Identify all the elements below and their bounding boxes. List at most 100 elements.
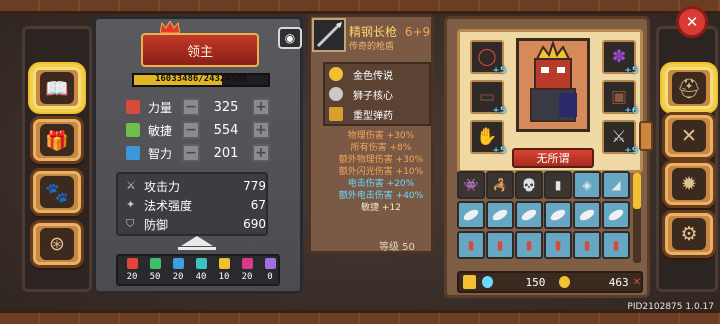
- hero-name-plate[interactable]: 无所谓: [512, 148, 594, 168]
- inventory-slot[interactable]: [544, 201, 572, 229]
- stats-panel: 领主 ◉ 16033486/24324500 力量 − 325 + 敏捷 − 5…: [93, 16, 303, 294]
- combat-name: 法术强度: [144, 198, 193, 213]
- weapon-bonus-line: 额外电击伤害 +40%: [338, 191, 424, 201]
- settings-tab-button[interactable]: ⚙: [662, 210, 716, 258]
- camera-button[interactable]: ◉: [278, 27, 302, 49]
- item-icon: ▮: [554, 178, 562, 192]
- stat-value: 201: [213, 145, 239, 161]
- expand-arrow-bar: [178, 247, 216, 250]
- item-icon: ▮: [554, 238, 562, 252]
- item-icon: 💀: [521, 178, 537, 192]
- item-icon: ▮: [583, 238, 591, 252]
- stat-name: 力量: [148, 100, 173, 115]
- agility-decrease-button[interactable]: −: [182, 121, 200, 139]
- stat-value: 554: [213, 122, 239, 138]
- strength-increase-button[interactable]: +: [252, 98, 270, 116]
- resource-item: 20: [122, 258, 142, 286]
- stat-row-strength: 力量 − 325 +: [126, 97, 272, 117]
- feather-icon: [607, 207, 625, 223]
- item-icon: ◢: [611, 178, 621, 192]
- inventory-slot[interactable]: ▮: [457, 231, 485, 259]
- top-wood-rail: [0, 0, 720, 14]
- resource-item: 20: [237, 258, 257, 286]
- spear-icon: ⚔: [611, 127, 627, 147]
- ability-list: 金色传说 狮子核心 重型弹药: [323, 62, 431, 126]
- forge-tab-button[interactable]: ✕: [662, 112, 716, 160]
- strength-decrease-button[interactable]: −: [182, 98, 200, 116]
- inventory-slot[interactable]: ▮: [602, 231, 630, 259]
- combat-value: 67: [250, 198, 266, 212]
- intelligence-decrease-button[interactable]: −: [182, 144, 200, 162]
- bag-tab-button[interactable]: 🎁: [30, 116, 84, 164]
- ring-icon: ◯: [477, 47, 497, 67]
- ability-name: 重型弹药: [353, 110, 393, 122]
- inventory-slot[interactable]: 👾: [457, 171, 485, 199]
- inventory-slot[interactable]: ▮: [486, 231, 514, 259]
- resource-gem-icon: [264, 258, 276, 269]
- agility-increase-button[interactable]: +: [252, 121, 270, 139]
- equipment-panel: 无所谓 ◯ +5 ▭ +5 ✋ +5 ✽ +5 ▣ +6 ⚔ +9 👾 🦂 💀 …: [444, 16, 653, 298]
- enhance-level: +5: [492, 146, 506, 156]
- weapon-slot[interactable]: ⚔ +9: [602, 120, 638, 156]
- inventory-slot[interactable]: ▮: [544, 171, 572, 199]
- armor-icon: ▣: [610, 87, 628, 107]
- resource-count: 10: [218, 272, 230, 282]
- weapon-bonus-line: 额外物理伤害 +30%: [338, 155, 424, 165]
- resource-item: 0: [260, 258, 280, 286]
- inventory-scrollbar[interactable]: [633, 173, 641, 263]
- feather-icon: [462, 207, 480, 223]
- inventory-slot[interactable]: [486, 201, 514, 229]
- inventory-slot[interactable]: ◢: [602, 171, 630, 199]
- inventory-slot[interactable]: [602, 201, 630, 229]
- gauntlet-slot[interactable]: ✋ +5: [470, 120, 506, 156]
- bottom-wood-rail: [0, 310, 720, 324]
- inventory-slot[interactable]: [573, 201, 601, 229]
- wheel-icon: ⊛: [40, 228, 74, 260]
- version-label: PID2102875 1.0.17: [627, 302, 714, 312]
- close-small-icon[interactable]: ✕: [633, 277, 641, 288]
- ability-item: 重型弹药: [325, 104, 429, 124]
- scroll-icon: [126, 146, 140, 160]
- inventory-slot[interactable]: ▮: [573, 231, 601, 259]
- inventory-slot[interactable]: ▮: [515, 231, 543, 259]
- inventory-slot[interactable]: 🦂: [486, 171, 514, 199]
- weapon-subtitle: 传奇的枪盾: [349, 42, 395, 52]
- equipment-tab-button[interactable]: ⛑: [662, 64, 716, 112]
- stats-tab-button[interactable]: 📖: [30, 64, 84, 112]
- pet-tab-button[interactable]: 🐾: [30, 168, 84, 216]
- ability-name: 金色传说: [353, 70, 393, 82]
- resource-count: 50: [149, 272, 161, 282]
- inventory-slot[interactable]: ◈: [573, 171, 601, 199]
- ring-slot[interactable]: ◯ +5: [470, 40, 506, 76]
- scrollbar-thumb[interactable]: [633, 173, 641, 209]
- equipment-side-tab[interactable]: [639, 121, 653, 151]
- close-button[interactable]: ✕: [676, 6, 708, 38]
- inventory-slot[interactable]: [515, 201, 543, 229]
- helmet-icon: ⛑: [672, 72, 706, 104]
- resource-count: 0: [267, 272, 273, 282]
- enhance-level: +5: [492, 106, 506, 116]
- ability-item: 金色传说: [325, 64, 429, 84]
- map-tab-button[interactable]: ✹: [662, 160, 716, 208]
- paw-icon: 🐾: [40, 176, 74, 208]
- lock-icon[interactable]: [463, 275, 476, 289]
- resource-gem-icon: [218, 258, 230, 269]
- expand-arrow-icon[interactable]: [181, 236, 213, 246]
- cloak-slot[interactable]: ✽ +5: [602, 40, 638, 76]
- resource-gem-icon: [149, 258, 161, 269]
- currency-bar: 150 463 ✕: [457, 271, 643, 293]
- vehicle-tab-button[interactable]: ⊛: [30, 220, 84, 268]
- gold-flame-icon: [329, 67, 343, 81]
- belt-slot[interactable]: ▭ +5: [470, 80, 506, 116]
- combat-value: 779: [243, 179, 266, 193]
- inventory-slot[interactable]: ▮: [544, 231, 572, 259]
- lion-icon: [329, 87, 343, 101]
- armor-slot[interactable]: ▣ +6: [602, 80, 638, 116]
- inventory-slot[interactable]: 💀: [515, 171, 543, 199]
- inventory-slot[interactable]: [457, 201, 485, 229]
- item-icon: ◈: [582, 178, 592, 192]
- feather-icon: [520, 207, 538, 223]
- intelligence-increase-button[interactable]: +: [252, 144, 270, 162]
- item-icon: ▮: [525, 238, 533, 252]
- resource-count: 40: [195, 272, 207, 282]
